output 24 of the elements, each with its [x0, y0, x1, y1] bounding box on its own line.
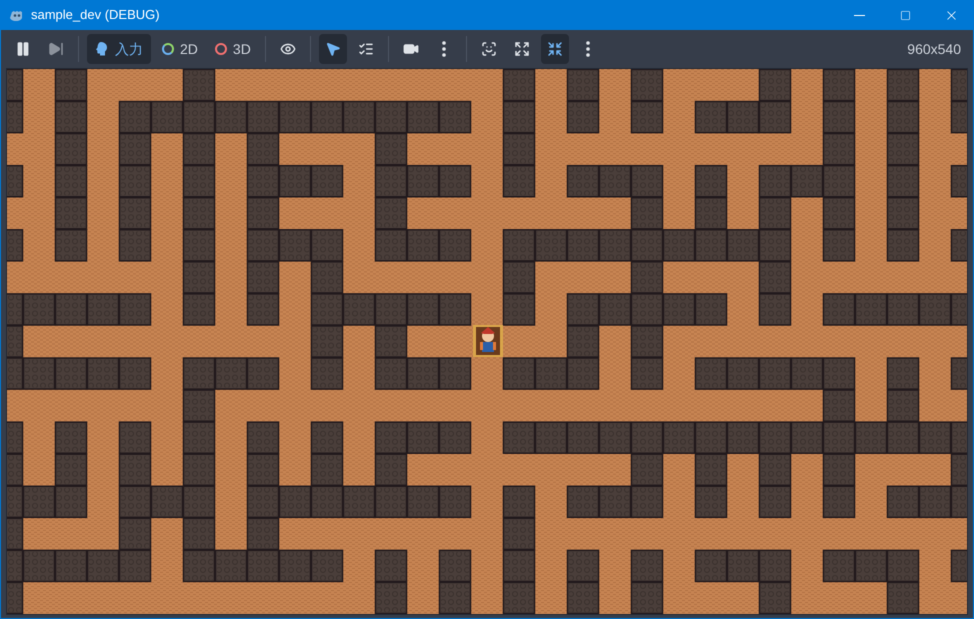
- list-icon: [358, 41, 374, 57]
- minimize-icon: [854, 14, 864, 16]
- head-icon: [95, 41, 109, 57]
- resolution-label: 960x540: [907, 40, 961, 58]
- fit-button[interactable]: [540, 34, 569, 64]
- more-icon: [442, 41, 446, 57]
- cursor-icon: [324, 41, 341, 57]
- 3d-mode-button[interactable]: 3D: [208, 34, 257, 64]
- input-toggle[interactable]: 入力: [87, 34, 151, 64]
- window-title: sample_dev (DEBUG): [31, 6, 160, 24]
- 2d-mode-button[interactable]: 2D: [156, 34, 204, 64]
- character-sprite: [473, 325, 503, 357]
- app-icon: [10, 8, 24, 22]
- ring-icon: [162, 43, 174, 55]
- ring-icon: [214, 43, 227, 55]
- frame-lock-icon: [480, 41, 497, 57]
- eye-icon: [280, 41, 296, 57]
- shrink-icon: [546, 41, 563, 57]
- pause-icon: [15, 41, 31, 57]
- step-icon: [48, 41, 64, 57]
- more-icon: [586, 41, 590, 57]
- maximize-icon: [900, 10, 910, 20]
- select-button[interactable]: [318, 34, 347, 64]
- expand-icon: [514, 41, 530, 57]
